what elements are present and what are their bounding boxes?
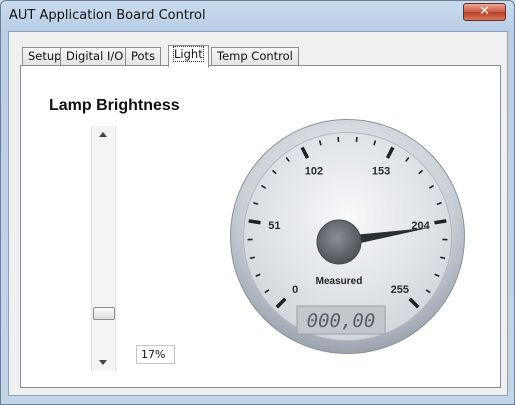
tab-digital-io[interactable]: Digital I/O	[60, 47, 130, 65]
gauge-label: Measured	[316, 276, 363, 287]
brightness-percent-field[interactable]: 17%	[136, 345, 175, 364]
slider-down-arrow-icon[interactable]	[99, 360, 107, 365]
tab-temp-control[interactable]: Temp Control	[211, 47, 299, 65]
gauge-tick-label: 255	[391, 284, 409, 296]
app-window: AUT Application Board Control ✕ Setup Di…	[0, 0, 515, 405]
title-bar[interactable]: AUT Application Board Control ✕	[1, 1, 514, 31]
tab-label: Temp Control	[217, 49, 293, 63]
gauge-major-tick	[248, 219, 261, 225]
lamp-brightness-title: Lamp Brightness	[49, 97, 180, 114]
tab-label: Light	[173, 46, 204, 62]
client-area: Setup Digital I/O Pots Light Temp Contro…	[8, 31, 508, 396]
tab-label: Setup	[28, 49, 62, 63]
slider-up-arrow-icon[interactable]	[99, 132, 107, 137]
gauge-minor-tick	[440, 256, 446, 260]
gauge-tick-label: 153	[372, 166, 390, 178]
gauge-tick-label: 102	[305, 166, 323, 178]
gauge-major-tick	[434, 219, 447, 225]
tab-pots[interactable]: Pots	[125, 47, 162, 65]
close-button[interactable]: ✕	[463, 3, 506, 21]
gauge-minor-tick	[249, 256, 255, 260]
tab-label: Pots	[131, 49, 156, 63]
slider-thumb[interactable]	[93, 307, 115, 321]
measured-gauge: 051102 153204255 Measured 000,00	[230, 119, 465, 354]
light-tab-panel: Lamp Brightness 17% 0 51 102 153 204 255…	[20, 65, 501, 388]
gauge-tick-label: 51	[268, 220, 280, 232]
gauge-hub	[316, 219, 362, 265]
gauge-tick-label: 0	[292, 284, 298, 296]
close-icon: ✕	[479, 4, 490, 19]
tab-label: Digital I/O	[66, 49, 124, 63]
gauge-readout: 000,00	[307, 310, 376, 332]
window-title: AUT Application Board Control	[9, 8, 206, 23]
tab-light[interactable]: Light	[168, 45, 209, 67]
brightness-slider[interactable]	[91, 126, 116, 371]
